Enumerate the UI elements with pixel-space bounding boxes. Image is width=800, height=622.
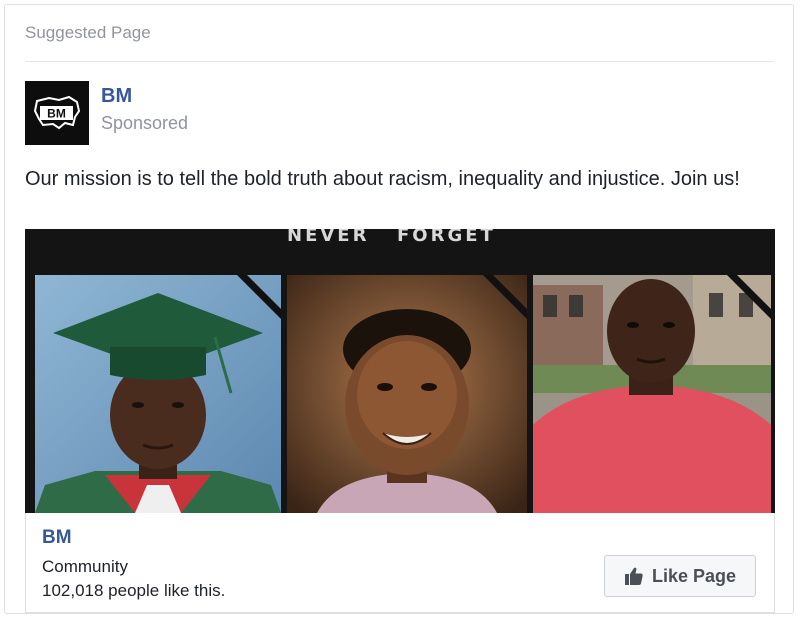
banner-text-left: NEVER — [287, 229, 370, 246]
sponsored-label[interactable]: Sponsored — [101, 113, 188, 134]
footer-page-name-link[interactable]: BM — [42, 527, 72, 549]
ad-image[interactable]: NEVER FORGET — [25, 229, 775, 513]
like-page-label: Like Page — [651, 565, 737, 586]
page-avatar[interactable]: BM — [25, 81, 89, 145]
bm-logo-icon: BM — [33, 95, 81, 130]
like-page-button[interactable]: Like Page — [604, 555, 756, 597]
thumbs-up-icon — [624, 566, 644, 586]
logo-text: BM — [47, 107, 66, 121]
page-info-footer: BM Community 102,018 people like this. L… — [25, 513, 775, 613]
post-text: Our mission is to tell the bold truth ab… — [25, 168, 740, 190]
page-category: Community — [42, 557, 128, 576]
page-likes-count: 102,018 people like this. — [42, 581, 226, 600]
suggested-page-label: Suggested Page — [25, 23, 151, 42]
page-name-link[interactable]: BM — [101, 85, 132, 108]
header-divider — [25, 61, 773, 62]
photo-man-red-shirt-portrait — [533, 275, 771, 513]
banner-text-right: FORGET — [397, 229, 496, 246]
suggested-page-card: Suggested Page BM BM Sponsored Our missi… — [4, 4, 794, 614]
photo-graduation-portrait — [35, 275, 281, 513]
photo-smiling-boy-portrait — [287, 275, 527, 513]
